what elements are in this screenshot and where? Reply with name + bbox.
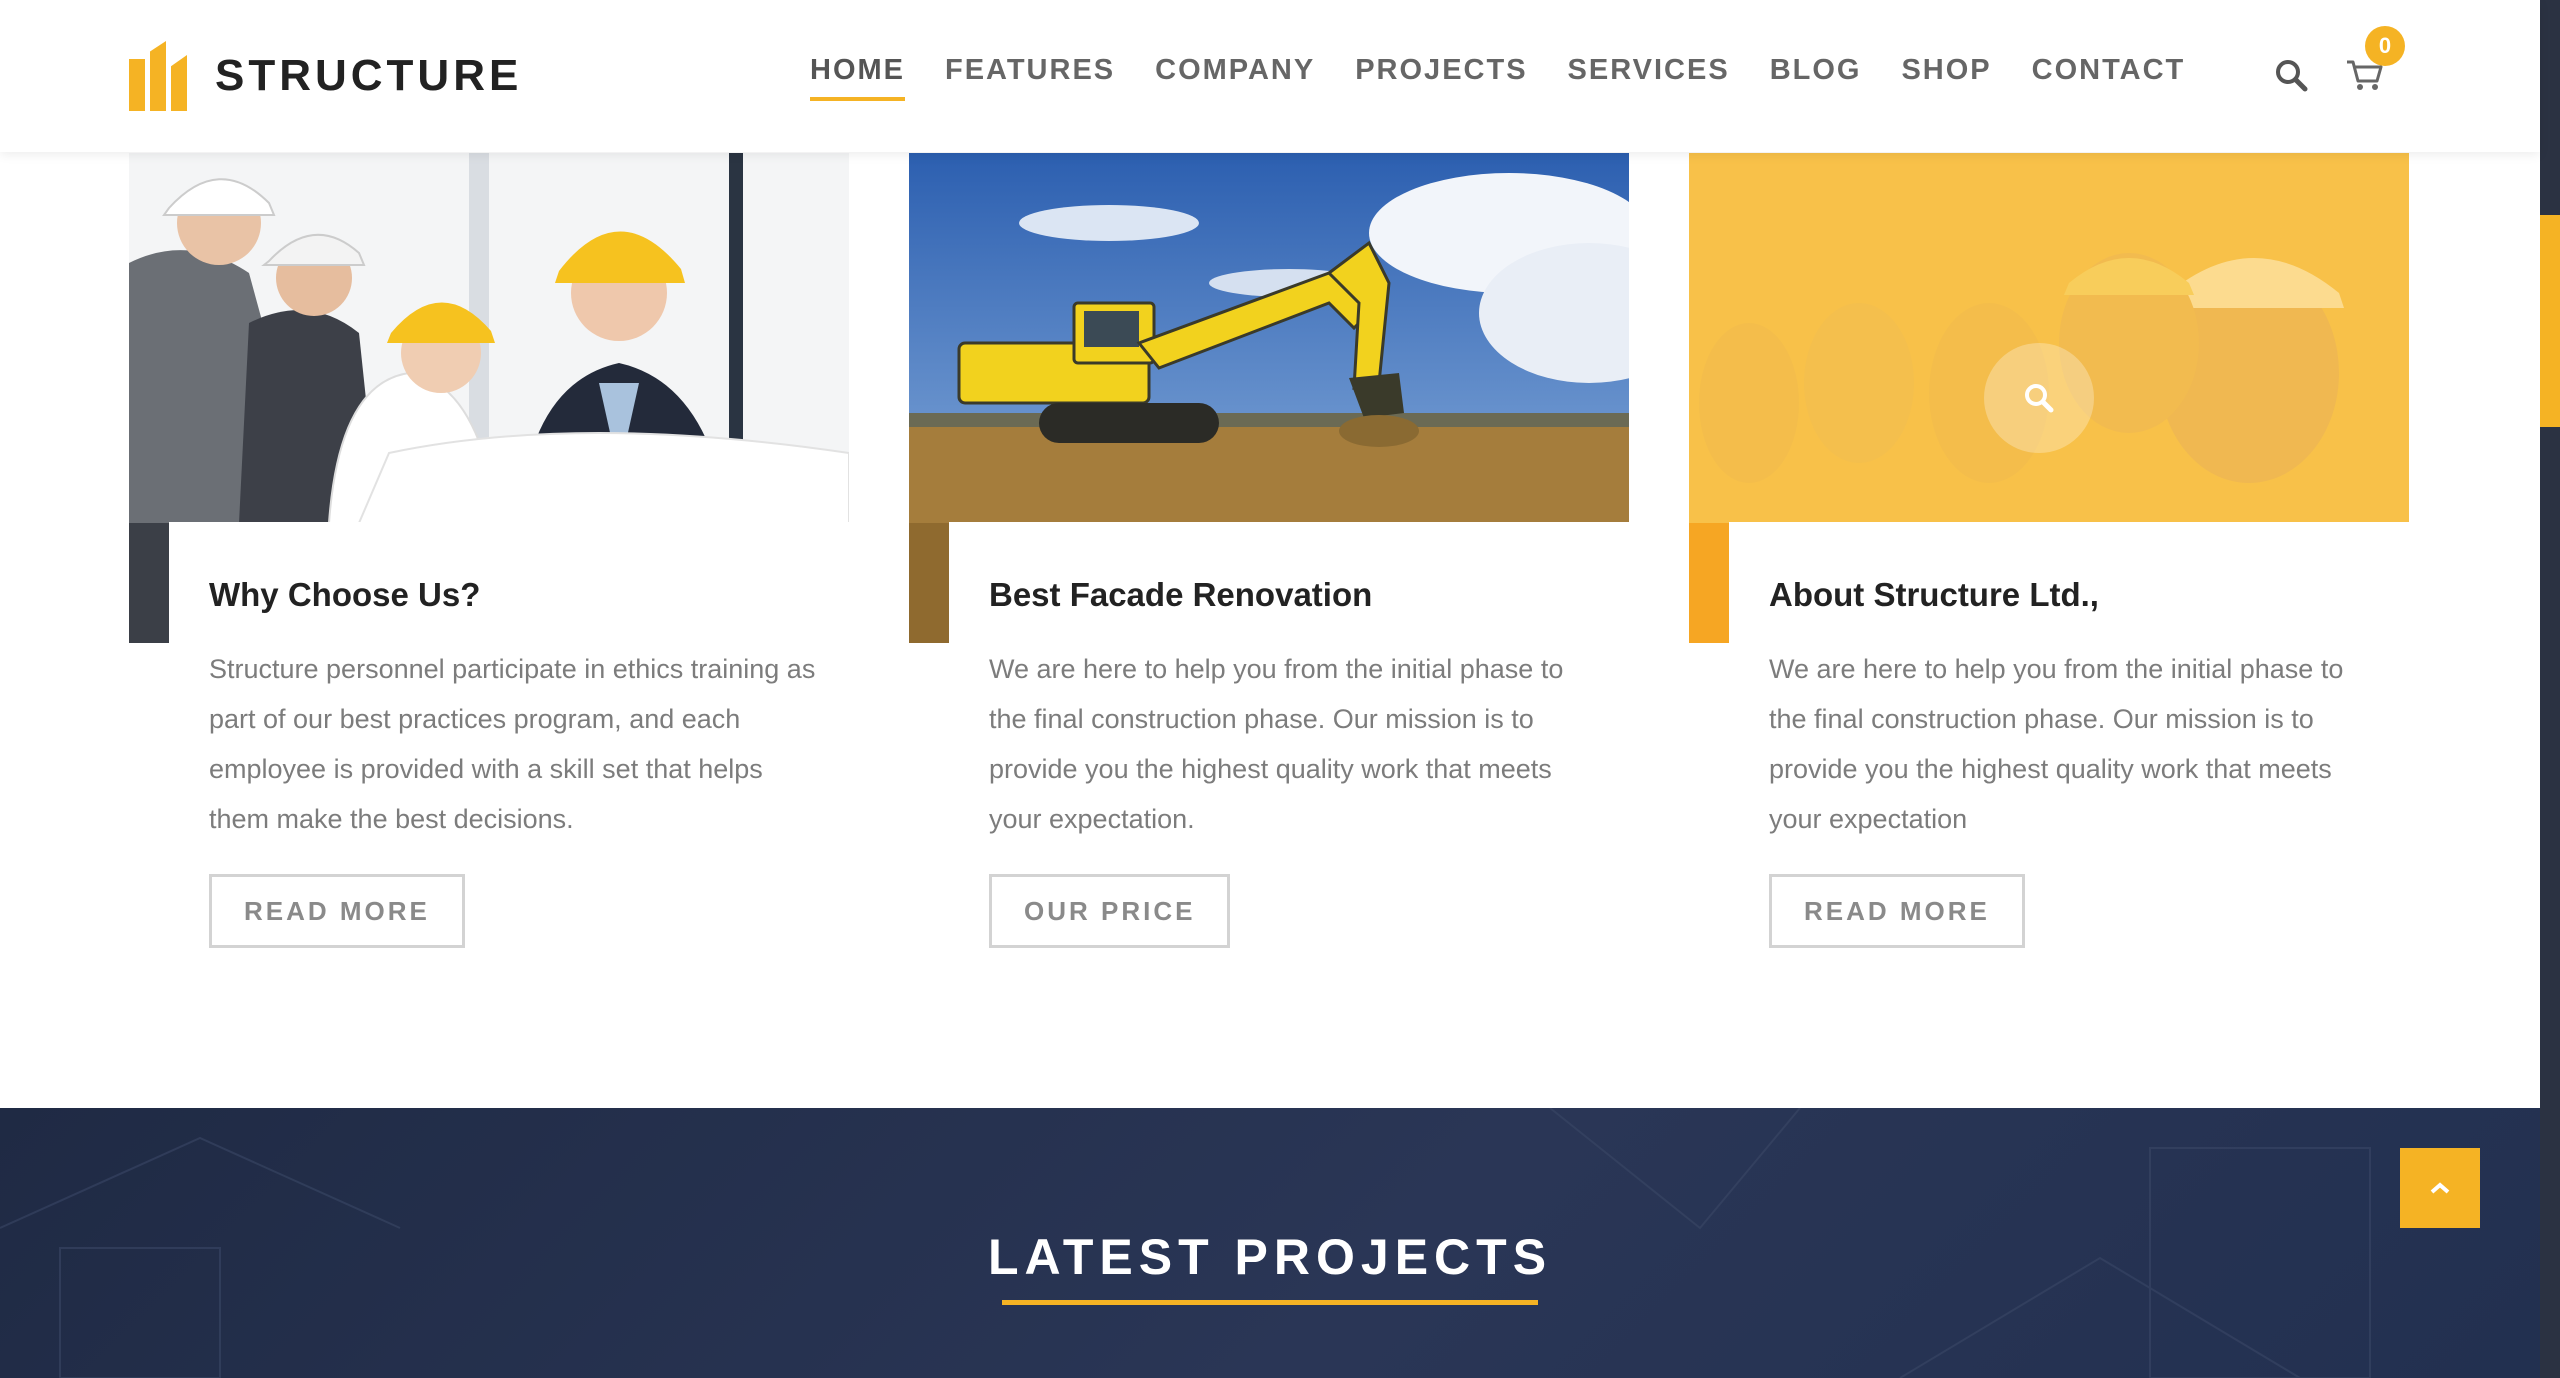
logo-icon bbox=[129, 41, 189, 111]
card-title[interactable]: About Structure Ltd., bbox=[1769, 576, 2369, 614]
scrollbar-track[interactable] bbox=[2540, 0, 2560, 1378]
main-nav: HOME FEATURES COMPANY PROJECTS SERVICES … bbox=[810, 54, 2225, 101]
scrollbar-thumb[interactable] bbox=[2540, 215, 2560, 427]
chevron-up-icon bbox=[2430, 1182, 2450, 1194]
card-body: About Structure Ltd., We are here to hel… bbox=[1729, 522, 2409, 972]
card-text: We are here to help you from the initial… bbox=[1769, 654, 2344, 834]
latest-projects-section: LATEST PROJECTS bbox=[0, 1108, 2540, 1378]
logo-text: STRUCTURE bbox=[215, 51, 523, 100]
section-title-underline bbox=[1002, 1300, 1538, 1305]
nav-item-contact[interactable]: CONTACT bbox=[2032, 54, 2186, 101]
site-logo[interactable]: STRUCTURE bbox=[129, 40, 522, 112]
read-more-button[interactable]: READ MORE bbox=[209, 874, 465, 948]
nav-item-home[interactable]: HOME bbox=[810, 54, 905, 101]
nav-item-services[interactable]: SERVICES bbox=[1568, 54, 1730, 101]
card-text: We are here to help you from the initial… bbox=[989, 654, 1564, 834]
nav-item-blog[interactable]: BLOG bbox=[1770, 54, 1862, 101]
nav-item-projects[interactable]: PROJECTS bbox=[1355, 54, 1527, 101]
our-price-button[interactable]: OUR PRICE bbox=[989, 874, 1231, 948]
nav-item-features[interactable]: FEATURES bbox=[945, 54, 1115, 101]
site-header: STRUCTURE HOME FEATURES COMPANY PROJECTS… bbox=[0, 0, 2540, 152]
card-text: Structure personnel participate in ethic… bbox=[209, 654, 816, 834]
zoom-overlay[interactable] bbox=[1984, 343, 2094, 453]
card-body: Why Choose Us? Structure personnel parti… bbox=[169, 522, 849, 972]
card-image-engineers bbox=[129, 153, 849, 523]
search-icon[interactable] bbox=[2274, 58, 2308, 92]
read-more-button[interactable]: READ MORE bbox=[1769, 874, 2025, 948]
card-image-excavator bbox=[909, 153, 1629, 523]
cart-count-badge: 0 bbox=[2365, 26, 2405, 66]
card-accent bbox=[909, 523, 949, 643]
card-title[interactable]: Why Choose Us? bbox=[209, 576, 809, 614]
section-title: LATEST PROJECTS bbox=[987, 1229, 1553, 1285]
card-accent bbox=[129, 523, 169, 643]
nav-item-company[interactable]: COMPANY bbox=[1155, 54, 1315, 101]
card-image-workers[interactable] bbox=[1689, 153, 2409, 523]
card-title[interactable]: Best Facade Renovation bbox=[989, 576, 1589, 614]
card-accent bbox=[1689, 523, 1729, 643]
back-to-top-button[interactable] bbox=[2400, 1148, 2480, 1228]
search-icon bbox=[2025, 384, 2054, 413]
nav-item-shop[interactable]: SHOP bbox=[1901, 54, 1991, 101]
card-body: Best Facade Renovation We are here to he… bbox=[949, 522, 1629, 972]
